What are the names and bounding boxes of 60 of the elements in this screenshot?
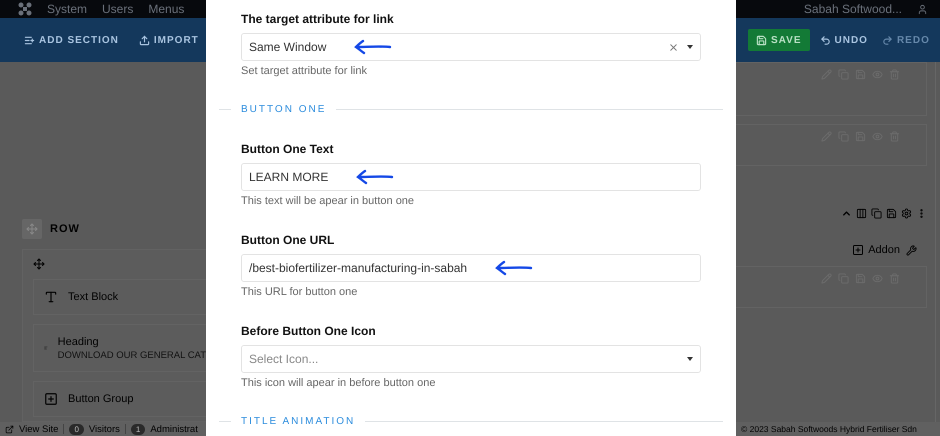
settings-icon[interactable]: [901, 208, 912, 218]
addon-name: Button Group: [68, 393, 134, 405]
help-text: Set target attribute for link: [241, 65, 368, 78]
count-badge: 1: [130, 424, 146, 434]
undo-icon: [820, 34, 830, 46]
undo-button[interactable]: UNDO: [816, 29, 872, 51]
admins-label: Administrat: [150, 424, 198, 434]
input-field[interactable]: LEARN MORE: [241, 163, 701, 191]
select-field[interactable]: Select Icon...: [241, 345, 701, 373]
menu-item[interactable]: Menus: [148, 2, 184, 16]
annotation-arrow: [354, 39, 392, 55]
help-text: This icon will apear in before button one: [241, 377, 436, 390]
addon-name: Heading: [58, 336, 100, 348]
annotation-arrow: [495, 260, 534, 276]
wrench-icon[interactable]: [906, 244, 917, 256]
columns-icon[interactable]: [856, 208, 867, 218]
save-button[interactable]: SAVE: [748, 29, 810, 51]
upload-icon: [138, 34, 150, 46]
external-link-icon[interactable]: [5, 424, 14, 434]
text-icon: [44, 290, 58, 304]
input-field[interactable]: /best-biofertilizer-manufacturing-in-sabah: [241, 254, 701, 282]
user-icon[interactable]: [917, 4, 928, 14]
help-text: This text will be apear in button one: [241, 195, 416, 208]
add-square-icon: [852, 244, 864, 256]
field-label: Before Button One Icon: [241, 324, 377, 338]
field-label: Button One URL: [241, 233, 336, 247]
logo-icon[interactable]: [18, 2, 32, 16]
addon-item[interactable]: Heading DOWNLOAD OUR GENERAL CAT: [33, 324, 206, 372]
view-site-link[interactable]: View Site: [19, 424, 58, 434]
field-label: The target attribute for link: [241, 12, 395, 26]
field-label: Button One Text: [241, 142, 334, 156]
caret-icon[interactable]: [687, 45, 693, 49]
section-title: BUTTON ONE: [241, 104, 326, 114]
visitors-label: Visitors: [88, 424, 120, 434]
clear-icon[interactable]: [668, 42, 679, 52]
move-handle[interactable]: [22, 219, 42, 239]
add-section-icon: [24, 34, 35, 46]
caret-icon[interactable]: [687, 357, 693, 361]
redo-icon: [882, 34, 893, 46]
toolbar-button[interactable]: ADD SECTION: [20, 29, 123, 51]
addon-item[interactable]: Text Block: [33, 279, 206, 315]
row-title: ROW: [50, 223, 80, 235]
save-icon: [756, 34, 767, 46]
copy-icon[interactable]: [871, 208, 882, 218]
add-square-icon: [44, 392, 58, 406]
addon-name: Text Block: [68, 291, 118, 303]
count-badge: 0: [69, 424, 84, 434]
addon-item[interactable]: Button Group: [33, 381, 206, 417]
section-title: TITLE ANIMATION: [241, 416, 356, 426]
toolbar-button[interactable]: IMPORT: [134, 29, 203, 51]
addon-subtitle: DOWNLOAD OUR GENERAL CAT: [58, 350, 206, 360]
menu-item[interactable]: System: [47, 2, 88, 16]
save-icon[interactable]: [886, 208, 897, 218]
move-icon[interactable]: [33, 258, 45, 270]
menu-item[interactable]: Users: [102, 2, 134, 16]
annotation-arrow: [356, 169, 394, 185]
add-addon-button[interactable]: Addon: [852, 244, 900, 256]
help-text: This URL for button one: [241, 286, 358, 299]
copyright-text: © 2023 Sabah Softwoods Hybrid Fertiliser Sdn: [741, 424, 917, 434]
select-field[interactable]: Same Window: [241, 33, 701, 61]
